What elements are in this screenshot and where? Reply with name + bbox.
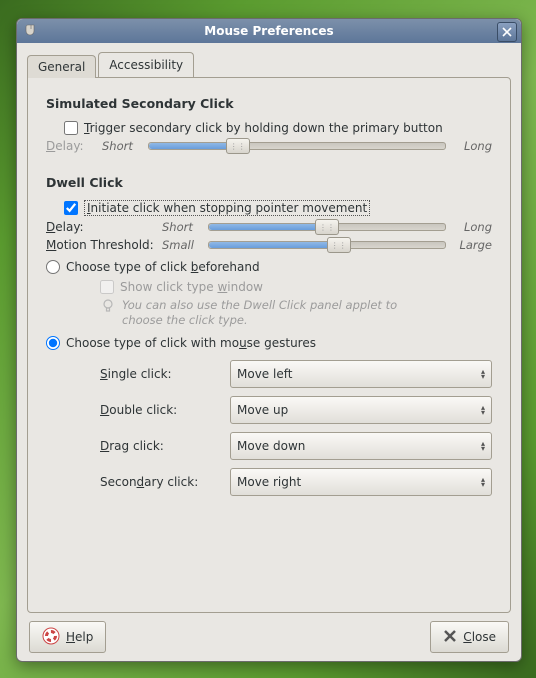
label-drag-click: Drag click: bbox=[100, 439, 220, 453]
select-value: Move down bbox=[237, 439, 305, 453]
dialog-content: General Accessibility Simulated Secondar… bbox=[17, 43, 521, 661]
label-ssc-long: Long bbox=[452, 139, 492, 153]
help-button-label: Help bbox=[66, 630, 93, 644]
radio-beforehand[interactable] bbox=[46, 260, 60, 274]
label-dwell-initiate: Initiate click when stopping pointer mov… bbox=[84, 200, 370, 216]
lightbulb-icon bbox=[100, 298, 116, 318]
row-radio-beforehand: Choose type of click beforehand bbox=[46, 260, 492, 274]
dialog-window: Mouse Preferences General Accessibility … bbox=[16, 18, 522, 662]
section-simulated-secondary-click: Simulated Secondary Click bbox=[46, 96, 492, 111]
titlebar-app-icon bbox=[23, 23, 39, 39]
chevron-updown-icon: ▴▾ bbox=[481, 405, 485, 415]
section-dwell-click: Dwell Click bbox=[46, 175, 492, 190]
tab-accessibility[interactable]: Accessibility bbox=[98, 52, 194, 77]
help-icon bbox=[42, 627, 60, 648]
checkbox-ssc-trigger[interactable] bbox=[64, 121, 78, 135]
row-ssc-trigger: Trigger secondary click by holding down … bbox=[64, 121, 492, 135]
label-dwell-motion: Motion Threshold: bbox=[46, 238, 156, 252]
close-button[interactable]: Close bbox=[430, 621, 509, 653]
label-ssc-delay: Delay: bbox=[46, 139, 96, 153]
dialog-button-row: Help Close bbox=[27, 613, 511, 653]
slider-thumb-icon: ⋮⋮ bbox=[315, 219, 339, 235]
row-show-click-type-window: Show click type window bbox=[100, 280, 492, 294]
select-value: Move left bbox=[237, 367, 292, 381]
select-secondary-click[interactable]: Move right ▴▾ bbox=[230, 468, 492, 496]
label-radio-gestures: Choose type of click with mouse gestures bbox=[66, 336, 316, 350]
radio-gestures[interactable] bbox=[46, 336, 60, 350]
help-button[interactable]: Help bbox=[29, 621, 106, 653]
label-dwell-large: Large bbox=[452, 238, 492, 252]
tab-bar: General Accessibility bbox=[27, 51, 511, 77]
row-dwell-delay: Delay: Short ⋮⋮ Long bbox=[46, 220, 492, 234]
slider-dwell-delay[interactable]: ⋮⋮ bbox=[208, 223, 446, 231]
tab-panel-accessibility: Simulated Secondary Click Trigger second… bbox=[27, 77, 511, 613]
close-icon bbox=[502, 27, 512, 37]
label-dwell-small: Small bbox=[162, 238, 202, 252]
close-icon bbox=[443, 629, 457, 646]
label-dwell-delay: Delay: bbox=[46, 220, 156, 234]
slider-thumb-icon: ⋮⋮ bbox=[327, 237, 351, 253]
close-button-label: Close bbox=[463, 630, 496, 644]
label-double-click: Double click: bbox=[100, 403, 220, 417]
label-secondary-click: Secondary click: bbox=[100, 475, 220, 489]
titlebar-close-button[interactable] bbox=[497, 22, 517, 42]
tip-text: You can also use the Dwell Click panel a… bbox=[122, 298, 422, 328]
checkbox-dwell-initiate[interactable] bbox=[64, 201, 78, 215]
row-dwell-initiate: Initiate click when stopping pointer mov… bbox=[64, 200, 492, 216]
row-radio-gestures: Choose type of click with mouse gestures bbox=[46, 336, 492, 350]
window-title: Mouse Preferences bbox=[204, 24, 333, 38]
tip-row: You can also use the Dwell Click panel a… bbox=[100, 298, 492, 328]
checkbox-show-click-type-window bbox=[100, 280, 114, 294]
row-ssc-delay: Delay: Short ⋮⋮ Long bbox=[46, 139, 492, 153]
label-ssc-trigger: Trigger secondary click by holding down … bbox=[84, 121, 443, 135]
titlebar[interactable]: Mouse Preferences bbox=[17, 19, 521, 43]
select-double-click[interactable]: Move up ▴▾ bbox=[230, 396, 492, 424]
label-dwell-short: Short bbox=[162, 220, 202, 234]
label-dwell-long: Long bbox=[452, 220, 492, 234]
gesture-grid: Single click: Move left▴▾ Double click: … bbox=[100, 360, 492, 496]
label-single-click: Single click: bbox=[100, 367, 220, 381]
select-drag-click[interactable]: Move down ▴▾ bbox=[230, 432, 492, 460]
label-radio-beforehand: Choose type of click beforehand bbox=[66, 260, 260, 274]
select-value: Move up bbox=[237, 403, 288, 417]
label-ssc-short: Short bbox=[102, 139, 142, 153]
label-show-click-type-window: Show click type window bbox=[120, 280, 263, 294]
slider-dwell-motion[interactable]: ⋮⋮ bbox=[208, 241, 446, 249]
slider-thumb-icon: ⋮⋮ bbox=[226, 138, 250, 154]
tab-general[interactable]: General bbox=[27, 55, 96, 78]
select-single-click[interactable]: Move left ▴▾ bbox=[230, 360, 492, 388]
slider-ssc-delay[interactable]: ⋮⋮ bbox=[148, 142, 446, 150]
chevron-updown-icon: ▴▾ bbox=[481, 369, 485, 379]
chevron-updown-icon: ▴▾ bbox=[481, 477, 485, 487]
select-value: Move right bbox=[237, 475, 301, 489]
chevron-updown-icon: ▴▾ bbox=[481, 441, 485, 451]
row-dwell-motion: Motion Threshold: Small ⋮⋮ Large bbox=[46, 238, 492, 252]
